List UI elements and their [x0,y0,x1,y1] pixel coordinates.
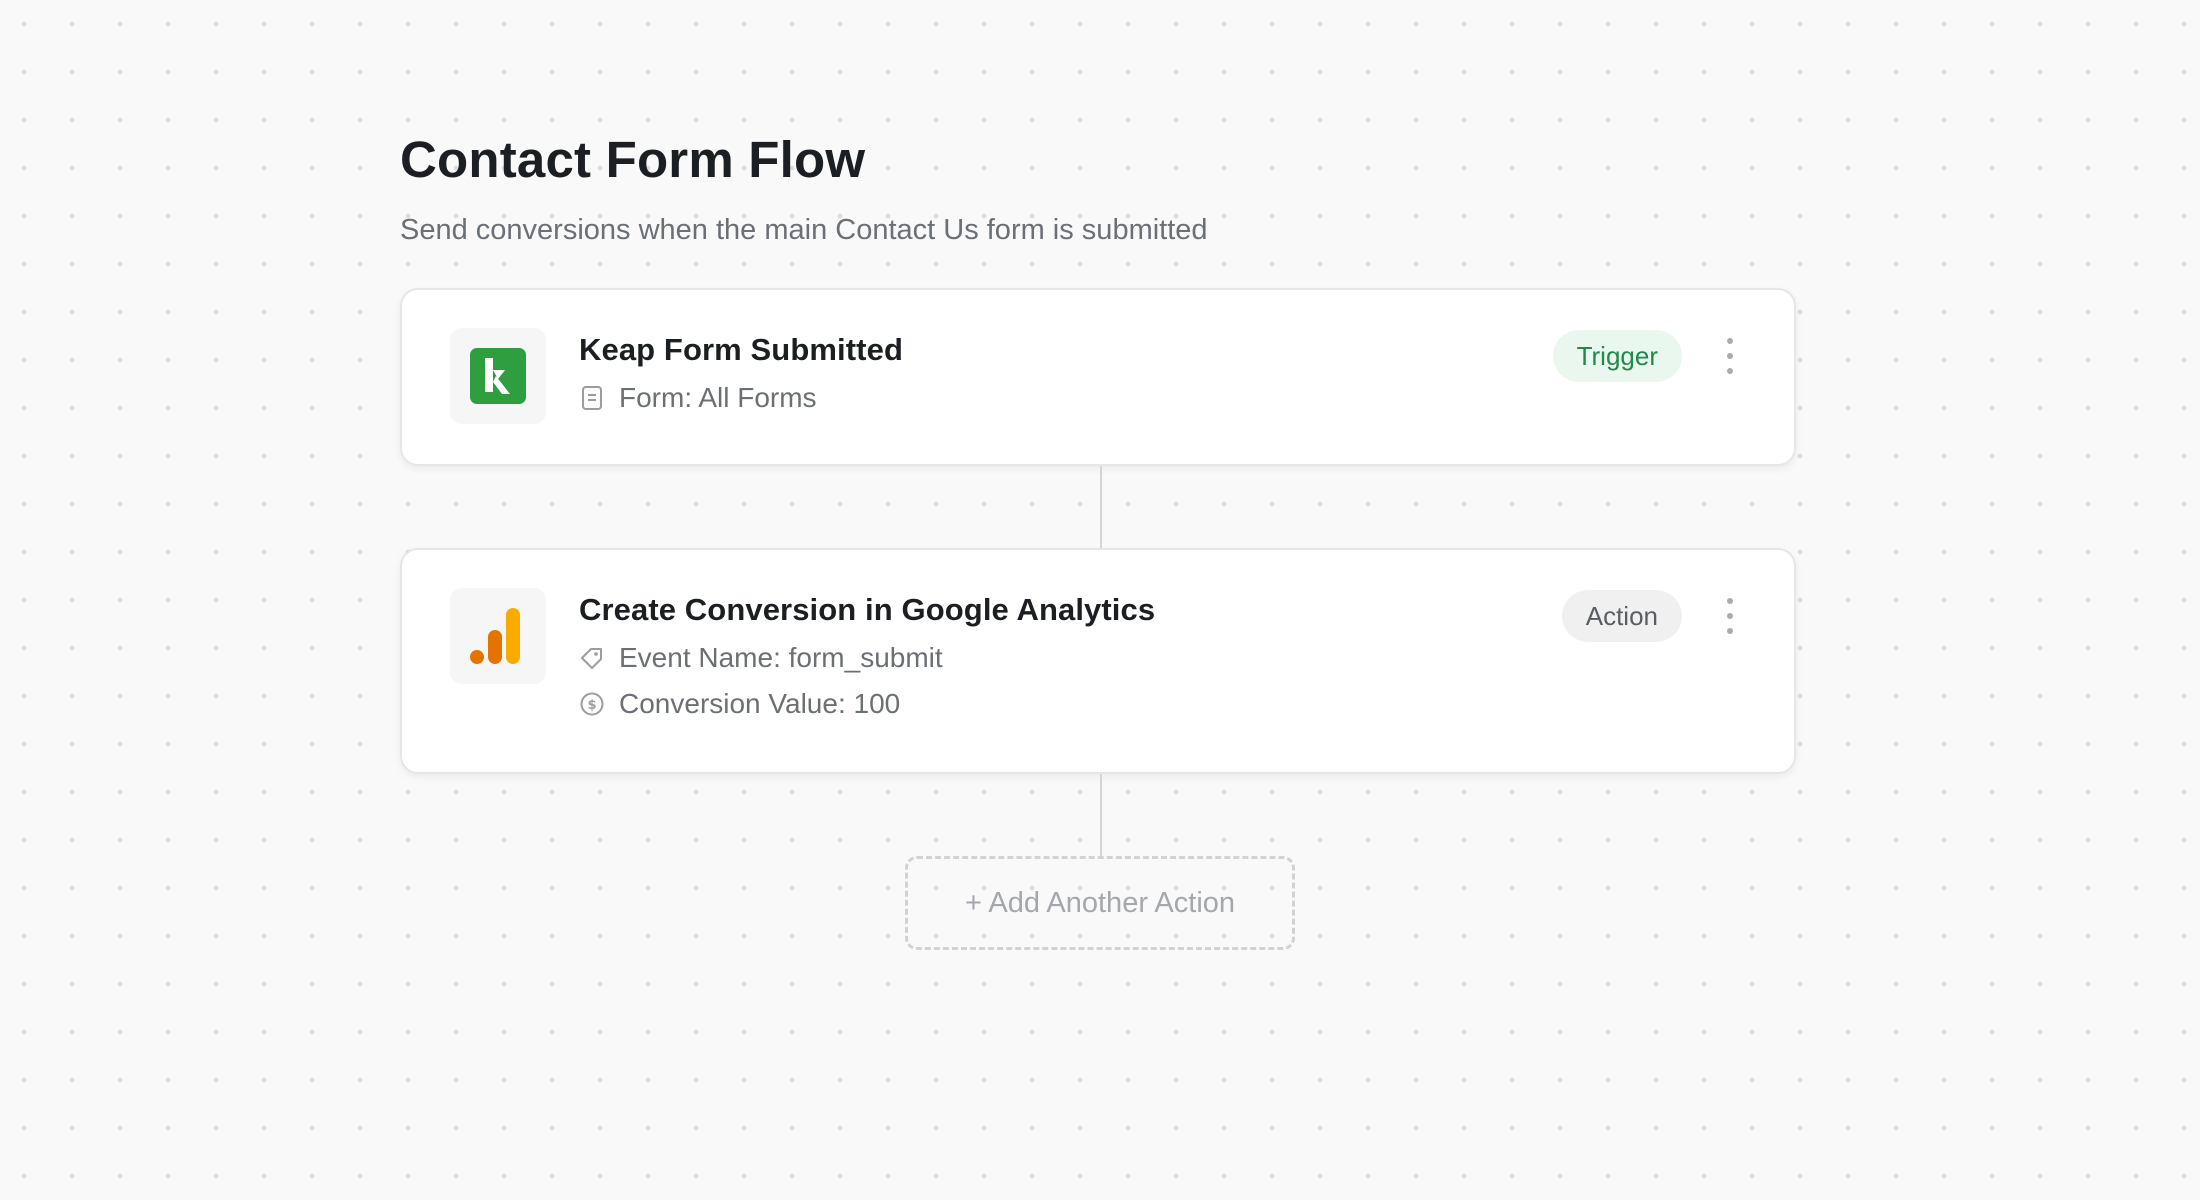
flow-canvas: Contact Form Flow Send conversions when … [400,120,1800,950]
keap-logo-icon [470,348,526,404]
trigger-step-body: Keap Form Submitted Form: All Forms [579,330,903,418]
trigger-step-title: Keap Form Submitted [579,332,903,367]
action-step-body: Create Conversion in Google Analytics Ev… [579,590,1155,724]
trigger-badge: Trigger [1552,330,1682,382]
trigger-step-card[interactable]: Keap Form Submitted Form: All Forms Trig… [400,288,1796,466]
step-connector [1100,774,1102,856]
trigger-more-options-icon[interactable] [1722,338,1738,374]
action-conversion-value-meta: $ Conversion Value: 100 [579,684,1155,724]
action-more-options-icon[interactable] [1722,598,1738,634]
dollar-icon: $ [580,692,604,716]
page-title: Contact Form Flow [400,131,866,188]
action-step-card[interactable]: Create Conversion in Google Analytics Ev… [400,548,1796,774]
trigger-form-meta-text: Form: All Forms [619,382,817,413]
google-analytics-app-tile [450,588,546,684]
svg-text:$: $ [587,698,596,713]
step-connector [1100,466,1102,548]
action-event-name-meta: Event Name: form_submit [579,638,1155,678]
action-step-title: Create Conversion in Google Analytics [579,592,1156,627]
tag-icon [581,648,602,669]
keap-app-tile [450,328,546,424]
trigger-form-meta: Form: All Forms [579,378,903,418]
form-icon [582,386,602,410]
action-badge: Action [1561,590,1682,642]
add-another-action-button[interactable]: + Add Another Action [905,856,1295,950]
action-event-name-text: Event Name: form_submit [619,642,943,673]
page-subtitle: Send conversions when the main Contact U… [400,214,1208,246]
action-conversion-value-text: Conversion Value: 100 [619,688,901,719]
google-analytics-logo-icon [470,608,520,664]
